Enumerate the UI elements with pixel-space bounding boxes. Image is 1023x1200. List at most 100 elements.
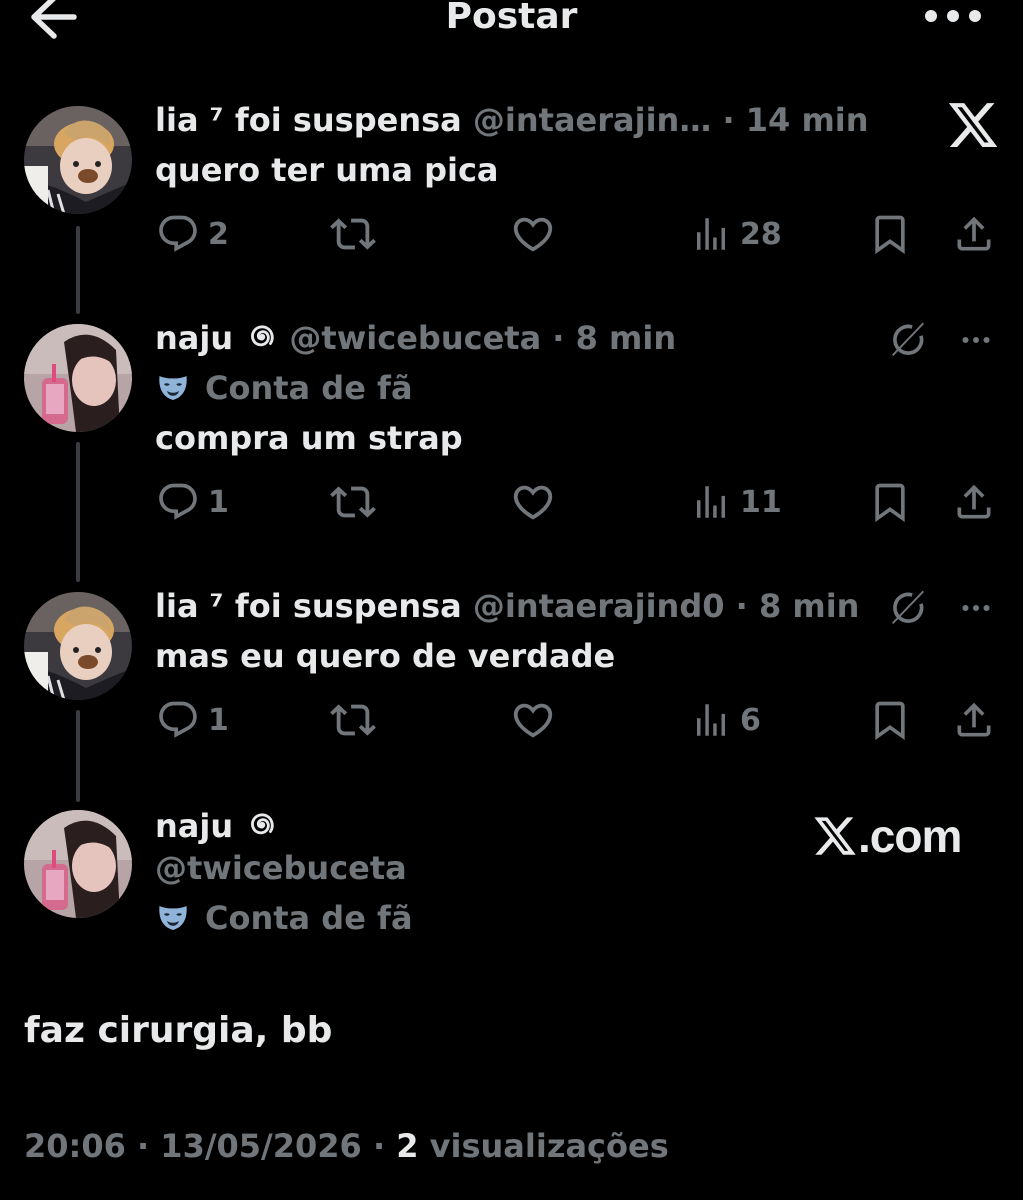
performing-arts-mask-icon bbox=[155, 370, 191, 406]
like-button[interactable] bbox=[510, 480, 564, 524]
fan-account-badge: Conta de fã bbox=[155, 898, 413, 938]
views-count: 6 bbox=[740, 702, 761, 738]
retweet-icon bbox=[330, 697, 376, 743]
post-date[interactable]: 13/05/2026 bbox=[160, 1127, 362, 1165]
x-logo-icon bbox=[946, 98, 1000, 152]
share-icon bbox=[952, 480, 996, 524]
username[interactable]: @twicebuceta bbox=[289, 319, 541, 357]
retweet-button[interactable] bbox=[330, 480, 384, 524]
more-horizontal-icon bbox=[956, 590, 996, 626]
reply-button[interactable]: 1 bbox=[156, 698, 229, 742]
x-com-watermark: .com bbox=[812, 808, 962, 864]
tweet-header: lia ⁷ foi suspensa @intaerajind0 · 8 min bbox=[155, 586, 859, 626]
bookmark-icon bbox=[868, 480, 912, 524]
avatar-image bbox=[24, 810, 132, 918]
reply-count: 2 bbox=[208, 216, 229, 252]
author-name-row: naju bbox=[155, 806, 278, 846]
reply-button[interactable]: 1 bbox=[156, 480, 229, 524]
views-icon bbox=[690, 480, 732, 524]
tweet-text: quero ter uma pica bbox=[155, 151, 499, 189]
tweet-text: compra um strap bbox=[155, 419, 463, 457]
username[interactable]: @intaerajin… bbox=[473, 101, 711, 139]
bookmark-icon bbox=[868, 698, 912, 742]
share-button[interactable] bbox=[952, 480, 1004, 524]
retweet-button[interactable] bbox=[330, 212, 384, 256]
post-time[interactable]: 20:06 bbox=[24, 1127, 126, 1165]
avatar[interactable] bbox=[24, 106, 132, 214]
fan-account-badge: Conta de fã bbox=[155, 368, 413, 408]
swirl-emoji-icon bbox=[244, 807, 278, 841]
performing-arts-mask-icon bbox=[155, 900, 191, 936]
badge-label: Conta de fã bbox=[205, 899, 413, 937]
username[interactable]: @twicebuceta bbox=[155, 849, 407, 887]
avatar[interactable] bbox=[24, 810, 132, 918]
display-name[interactable]: naju bbox=[155, 807, 233, 845]
heart-icon bbox=[510, 479, 556, 525]
avatar[interactable] bbox=[24, 592, 132, 700]
separator-dot: · bbox=[137, 1127, 150, 1165]
x-logo-icon bbox=[812, 813, 858, 859]
share-icon bbox=[952, 698, 996, 742]
post-text: faz cirurgia, bb bbox=[24, 1010, 333, 1051]
avatar-image bbox=[24, 592, 132, 700]
timestamp[interactable]: 8 min bbox=[576, 319, 677, 357]
views-count[interactable]: 2 bbox=[396, 1127, 418, 1165]
more-options-button[interactable] bbox=[918, 0, 988, 38]
tweet-more-button[interactable] bbox=[956, 322, 996, 362]
share-button[interactable] bbox=[952, 212, 1004, 256]
separator-dot: · bbox=[735, 587, 748, 625]
tweet-text: mas eu quero de verdade bbox=[155, 637, 616, 675]
watermark-text: .com bbox=[858, 810, 962, 862]
avatar-image bbox=[24, 106, 132, 214]
reply-count: 1 bbox=[208, 484, 229, 520]
grok-button[interactable] bbox=[888, 320, 928, 364]
reply-icon bbox=[156, 480, 200, 524]
views-button[interactable]: 11 bbox=[690, 480, 782, 524]
swirl-emoji-icon bbox=[244, 319, 278, 353]
author-handle-row: @twicebuceta bbox=[155, 848, 407, 888]
display-name[interactable]: lia ⁷ foi suspensa bbox=[155, 101, 462, 139]
views-button[interactable]: 6 bbox=[690, 698, 761, 742]
tweet-header: lia ⁷ foi suspensa @intaerajin… · 14 min bbox=[155, 100, 869, 140]
views-label: visualizações bbox=[429, 1127, 669, 1165]
reply-count: 1 bbox=[208, 702, 229, 738]
separator-dot: · bbox=[552, 319, 565, 357]
retweet-icon bbox=[330, 211, 376, 257]
share-button[interactable] bbox=[952, 698, 1004, 742]
views-count: 11 bbox=[740, 484, 782, 520]
separator-dot: · bbox=[722, 101, 735, 139]
bookmark-button[interactable] bbox=[868, 212, 920, 256]
like-button[interactable] bbox=[510, 212, 564, 256]
timestamp[interactable]: 14 min bbox=[746, 101, 869, 139]
separator-dot: · bbox=[372, 1127, 386, 1165]
heart-icon bbox=[510, 697, 556, 743]
share-icon bbox=[952, 212, 996, 256]
timestamp[interactable]: 8 min bbox=[759, 587, 860, 625]
bookmark-icon bbox=[868, 212, 912, 256]
username[interactable]: @intaerajind0 bbox=[473, 587, 725, 625]
badge-label: Conta de fã bbox=[205, 369, 413, 407]
heart-icon bbox=[510, 211, 556, 257]
grok-button[interactable] bbox=[888, 588, 928, 632]
thread-connector bbox=[76, 226, 80, 314]
like-button[interactable] bbox=[510, 698, 564, 742]
bookmark-button[interactable] bbox=[868, 698, 920, 742]
page-title: Postar bbox=[445, 0, 578, 37]
views-count: 28 bbox=[740, 216, 782, 252]
bookmark-button[interactable] bbox=[868, 480, 920, 524]
display-name[interactable]: naju bbox=[155, 319, 233, 357]
more-horizontal-icon bbox=[956, 322, 996, 358]
views-icon bbox=[690, 212, 732, 256]
reply-icon bbox=[156, 212, 200, 256]
tweet-more-button[interactable] bbox=[956, 590, 996, 630]
retweet-button[interactable] bbox=[330, 698, 384, 742]
views-button[interactable]: 28 bbox=[690, 212, 782, 256]
tweet-header: naju @twicebuceta · 8 min bbox=[155, 318, 676, 358]
display-name[interactable]: lia ⁷ foi suspensa bbox=[155, 587, 462, 625]
reply-icon bbox=[156, 698, 200, 742]
retweet-icon bbox=[330, 479, 376, 525]
avatar[interactable] bbox=[24, 324, 132, 432]
thread-connector bbox=[76, 710, 80, 802]
grok-icon bbox=[888, 588, 928, 628]
reply-button[interactable]: 2 bbox=[156, 212, 229, 256]
